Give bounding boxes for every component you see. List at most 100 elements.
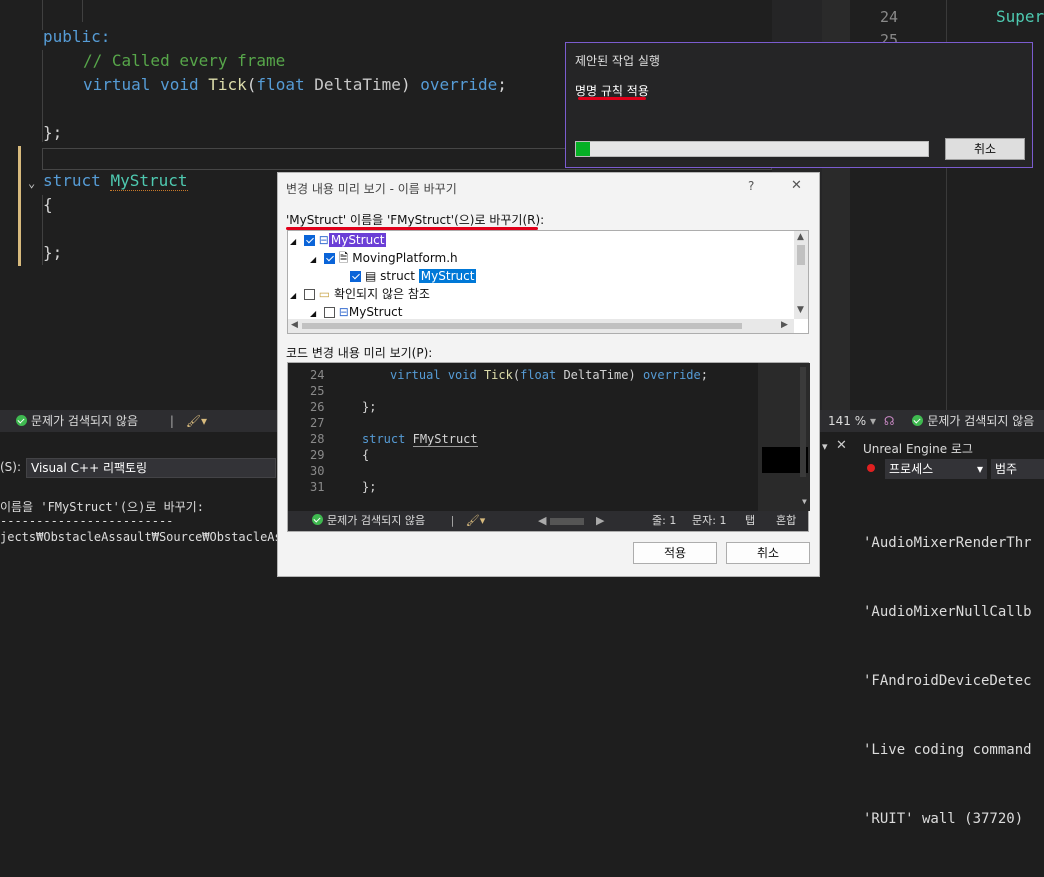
preview-code-line: { [362, 448, 370, 462]
expand-icon[interactable]: ◢ [290, 291, 296, 300]
tree-item-file[interactable]: ◢ 🗎 MovingPlatform.h [310, 249, 458, 267]
expand-icon[interactable]: ◢ [310, 309, 316, 318]
preview-code-area: 24 virtual void Tick(float DeltaTime) ov… [288, 363, 758, 511]
issues-status[interactable]: 문제가 검색되지 않음 [327, 514, 425, 527]
indent-guide [82, 0, 83, 22]
unreal-log-panel: Unreal Engine 로그 프로세스 ▾ 범주 'AudioMixerRen… [857, 436, 1044, 827]
brush-icon[interactable]: 🖌▾ [186, 414, 207, 428]
code-line-public: public: [43, 27, 111, 46]
line-number: 29 [310, 448, 325, 462]
scroll-left-icon[interactable]: ◀ [538, 511, 546, 531]
line-number: 25 [310, 384, 325, 398]
output-source-select[interactable]: Visual C++ 리팩토링 [26, 458, 276, 478]
ok-icon [312, 514, 327, 527]
pin-dropdown-icon[interactable]: ▾ [822, 440, 828, 453]
log-list: 'AudioMixerRenderThr 'AudioMixerNullCall… [863, 486, 1032, 877]
log-line: 'FAndroidDeviceDetec [863, 673, 1032, 689]
preview-h-scroll[interactable] [550, 518, 584, 525]
expand-icon[interactable]: ◢ [290, 237, 296, 246]
issues-status[interactable]: 문제가 검색되지 않음 [927, 414, 1034, 428]
scrollbar-thumb[interactable] [797, 245, 805, 265]
issues-status[interactable]: 문제가 검색되지 않음 [31, 414, 138, 428]
col-indicator: 문자: 1 [692, 514, 727, 527]
checkbox[interactable] [323, 253, 335, 264]
code-preview[interactable]: 24 virtual void Tick(float DeltaTime) ov… [287, 362, 810, 532]
cancel-button[interactable]: 취소 [726, 542, 810, 564]
preview-code-line: }; [362, 400, 377, 414]
category-value: 범주 [995, 462, 1018, 476]
help-icon[interactable]: ? [748, 179, 754, 193]
dropdown-icon: ▾ [976, 462, 983, 476]
tree-item-struct-ref[interactable]: ▤ struct MyStruct [350, 267, 477, 285]
eol-indicator[interactable]: 혼합 [776, 511, 796, 531]
scrollbar-thumb[interactable] [302, 323, 742, 329]
editor-status-bar: 문제가 검색되지 않음 | 🖌▾ [0, 410, 277, 432]
progress-fill [576, 142, 591, 156]
dialog-title: 변경 내용 미리 보기 - 이름 바꾸기 [286, 182, 457, 196]
output-line: ------------------------ [0, 514, 174, 528]
category-select[interactable]: 범주 [991, 459, 1044, 479]
folder-icon: ▭ [318, 287, 331, 301]
output-source-value: Visual C++ 리팩토링 [31, 461, 148, 475]
checkbox[interactable] [323, 307, 335, 318]
tree-item-label: MyStruct [348, 305, 403, 319]
preview-code-line: }; [362, 480, 377, 494]
scroll-down-icon[interactable]: ▼ [797, 305, 804, 315]
editor-status-bar-right: 141 % ▾ ☊ 문제가 검색되지 않음 [820, 410, 1044, 432]
log-line: 'RUIT' wall (37720) [863, 811, 1024, 827]
zoom-level[interactable]: 141 % [828, 414, 866, 428]
code-line-brace: { [43, 195, 53, 214]
minimap-scroll [800, 367, 806, 477]
line-number: 31 [310, 480, 325, 494]
struct-icon: ⊟ [318, 233, 329, 247]
cancel-button[interactable]: 취소 [945, 138, 1025, 160]
copilot-icon[interactable]: ☊ [884, 414, 895, 428]
preview-code-line: virtual void Tick(float DeltaTime) overr… [390, 368, 708, 382]
tree-item-unconfirmed[interactable]: ◢ ▭ 확인되지 않은 참조 [290, 285, 430, 303]
progress-bar [575, 141, 929, 157]
red-underline [578, 97, 646, 100]
preview-minimap[interactable]: ▼ [758, 363, 810, 511]
scroll-up-icon[interactable]: ▲ [797, 232, 804, 242]
log-line: 'Live coding command [863, 742, 1032, 758]
progress-popup: 제안된 작업 실행 명명 규칙 적용 취소 [565, 42, 1033, 168]
checkbox[interactable] [350, 271, 361, 282]
checkbox[interactable] [303, 289, 315, 300]
rename-tree[interactable]: ◢ ⊟ MyStruct ◢ 🗎 MovingPlatform.h ▤ struc… [287, 230, 809, 334]
log-line: 'AudioMixerNullCallb [863, 604, 1032, 620]
preview-label: 코드 변경 내용 미리 보기(P): [286, 346, 433, 360]
code-line-struct: struct MyStruct [43, 171, 188, 191]
line-indicator: 줄: 1 [652, 514, 677, 527]
zoom-dropdown-icon[interactable]: ▾ [870, 414, 876, 428]
scroll-right-icon[interactable]: ▶ [781, 320, 788, 330]
scroll-left-icon[interactable]: ◀ [291, 320, 298, 330]
change-marker [18, 146, 21, 266]
apply-button[interactable]: 적용 [633, 542, 717, 564]
fold-chevron-icon[interactable]: ⌄ [28, 176, 35, 190]
line-number: 30 [310, 464, 325, 478]
close-icon[interactable]: ✕ [791, 178, 802, 193]
tree-item-label: 확인되지 않은 참조 [333, 287, 430, 301]
line-number: 26 [310, 400, 325, 414]
code-line-comment: // Called every frame [83, 51, 286, 70]
tree-item-prefix: struct [380, 269, 419, 283]
preview-status-bar: 문제가 검색되지 않음 | 🖌▾ ◀ ▶ 줄: 1 문자: 1 탭 혼합 [288, 511, 808, 531]
scroll-right-icon[interactable]: ▶ [596, 511, 604, 531]
tree-item-label: MovingPlatform.h [352, 251, 458, 265]
scroll-down-icon[interactable]: ▼ [802, 497, 807, 506]
line-number: 28 [310, 432, 325, 446]
code-line-tick-decl: virtual void Tick(float DeltaTime) overr… [83, 75, 507, 94]
record-icon[interactable] [867, 464, 875, 472]
header-file-icon: 🗎 [338, 251, 349, 265]
tree-item-label: MyStruct [418, 269, 477, 283]
output-source-label: (S): [0, 460, 22, 474]
tree-item-mystruct[interactable]: ◢ ⊟ MyStruct [290, 231, 387, 249]
process-value: 프로세스 [889, 462, 934, 476]
expand-icon[interactable]: ◢ [310, 255, 316, 264]
close-icon[interactable]: ✕ [836, 438, 847, 453]
brush-icon[interactable]: 🖌▾ [466, 514, 486, 527]
tab-indicator[interactable]: 탭 [745, 511, 755, 531]
checkbox[interactable] [303, 235, 315, 246]
process-select[interactable]: 프로세스 ▾ [885, 459, 987, 479]
log-line: 'AudioMixerRenderThr [863, 535, 1032, 551]
